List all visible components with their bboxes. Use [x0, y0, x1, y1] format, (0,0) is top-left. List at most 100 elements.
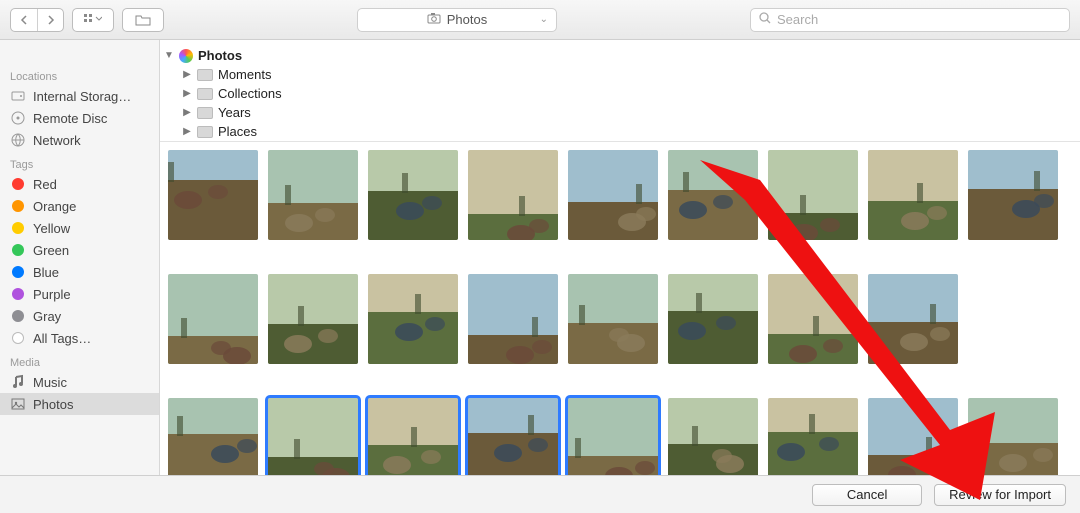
photo-thumbnail[interactable] — [368, 398, 458, 475]
disclosure-right-icon: ▶ — [182, 69, 192, 80]
photos-library-icon — [179, 49, 193, 63]
sidebar-item-label: Purple — [33, 287, 71, 302]
sidebar-item[interactable]: Gray — [0, 305, 159, 327]
search-icon — [759, 12, 771, 27]
tree-item[interactable]: ▶ Places — [182, 122, 1076, 141]
photo-thumbnail[interactable] — [268, 150, 358, 240]
view-mode-button[interactable] — [73, 9, 113, 31]
tree-root[interactable]: ▼ Photos — [164, 46, 1076, 65]
sidebar-item-label: Orange — [33, 199, 76, 214]
tree-item[interactable]: ▶Moments — [182, 65, 1076, 84]
sidebar-item-label: Network — [33, 133, 81, 148]
sidebar-item-label: Remote Disc — [33, 111, 107, 126]
sidebar-item[interactable]: All Tags… — [0, 327, 159, 349]
location-dropdown[interactable]: Photos ⌄ — [357, 8, 557, 32]
sidebar-item[interactable]: Photos — [0, 393, 159, 415]
photo-thumbnail[interactable] — [768, 274, 858, 364]
tag-dot-icon — [10, 286, 26, 302]
sidebar-item[interactable]: Yellow — [0, 217, 159, 239]
folder-button[interactable] — [123, 9, 163, 31]
sidebar-item[interactable]: Internal Storag… — [0, 85, 159, 107]
review-for-import-button[interactable]: Review for Import — [934, 484, 1066, 506]
folder-icon — [197, 107, 213, 119]
tag-dot-icon — [10, 198, 26, 214]
photo-thumbnail[interactable] — [568, 274, 658, 364]
sidebar-item[interactable]: Orange — [0, 195, 159, 217]
location-title: Photos — [447, 12, 487, 27]
sidebar-item[interactable]: Remote Disc — [0, 107, 159, 129]
tree-item-label: Places — [218, 124, 257, 139]
sidebar-item[interactable]: Network — [0, 129, 159, 151]
photo-thumbnail[interactable] — [168, 398, 258, 475]
sidebar-item[interactable]: Green — [0, 239, 159, 261]
sidebar-item-label: Yellow — [33, 221, 70, 236]
sidebar-item-label: All Tags… — [33, 331, 91, 346]
music-icon — [10, 374, 26, 390]
disclosure-right-icon: ▶ — [182, 107, 192, 118]
search-field[interactable]: Search — [750, 8, 1070, 32]
photo-thumbnail[interactable] — [868, 398, 958, 475]
disc-icon — [10, 110, 26, 126]
sidebar-item[interactable]: Blue — [0, 261, 159, 283]
photo-thumbnail[interactable] — [168, 150, 258, 240]
sidebar-heading: Locations — [0, 63, 159, 85]
hdd-icon — [10, 88, 26, 104]
photo-thumbnail[interactable] — [668, 150, 758, 240]
photo-thumbnail[interactable] — [468, 398, 558, 475]
photo-thumbnail[interactable] — [468, 274, 558, 364]
sidebar-item[interactable]: Music — [0, 371, 159, 393]
forward-button[interactable] — [37, 9, 63, 31]
disclosure-down-icon: ▼ — [164, 50, 174, 61]
photo-thumbnail[interactable] — [168, 274, 258, 364]
folder-icon — [197, 126, 213, 138]
photo-thumbnail[interactable] — [968, 150, 1058, 240]
sidebar-overflow-top — [0, 40, 159, 63]
sidebar-heading: Tags — [0, 151, 159, 173]
photos-icon — [10, 396, 26, 412]
folder-icon — [197, 69, 213, 81]
folder-segment — [122, 8, 164, 32]
sidebar: Locations Internal Storag… Remote Disc Netw… — [0, 40, 160, 475]
chevron-updown-icon: ⌄ — [540, 14, 548, 25]
tag-dot-icon — [10, 308, 26, 324]
disclosure-right-icon: ▶ — [182, 126, 192, 137]
photo-thumbnail[interactable] — [768, 150, 858, 240]
tag-dot-icon — [10, 220, 26, 236]
photo-thumbnail[interactable] — [468, 150, 558, 240]
cancel-button[interactable]: Cancel — [812, 484, 922, 506]
photo-thumbnail[interactable] — [268, 398, 358, 475]
sidebar-item-label: Internal Storag… — [33, 89, 131, 104]
folder-icon — [197, 88, 213, 100]
thumbnail-scroll[interactable] — [160, 142, 1080, 475]
photo-thumbnail[interactable] — [968, 398, 1058, 475]
search-placeholder: Search — [777, 12, 818, 27]
main-split: Locations Internal Storag… Remote Disc Netw… — [0, 40, 1080, 475]
view-mode-segment — [72, 8, 114, 32]
tree-item-label: Collections — [218, 86, 282, 101]
sidebar-item-label: Red — [33, 177, 57, 192]
toolbar: Photos ⌄ Search — [0, 0, 1080, 40]
sidebar-heading: Media — [0, 349, 159, 371]
dialog-footer: Cancel Review for Import — [0, 475, 1080, 513]
sidebar-item[interactable]: Purple — [0, 283, 159, 305]
globe-icon — [10, 132, 26, 148]
photo-thumbnail[interactable] — [368, 274, 458, 364]
photo-thumbnail[interactable] — [668, 274, 758, 364]
sidebar-item[interactable]: Red — [0, 173, 159, 195]
back-button[interactable] — [11, 9, 37, 31]
photo-thumbnail[interactable] — [668, 398, 758, 475]
disclosure-right-icon: ▶ — [182, 88, 192, 99]
photo-thumbnail[interactable] — [868, 150, 958, 240]
photo-thumbnail[interactable] — [368, 150, 458, 240]
photo-thumbnail[interactable] — [568, 398, 658, 475]
photo-thumbnail[interactable] — [568, 150, 658, 240]
source-tree: ▼ Photos ▶Moments▶Collections▶Years▶Plac… — [160, 40, 1080, 142]
tree-item[interactable]: ▶Years — [182, 103, 1076, 122]
photo-thumbnail[interactable] — [768, 398, 858, 475]
photo-thumbnail[interactable] — [868, 274, 958, 364]
sidebar-item-label: Music — [33, 375, 67, 390]
tree-item[interactable]: ▶ Collections — [182, 84, 1076, 103]
photo-thumbnail[interactable] — [268, 274, 358, 364]
sidebar-item-label: Blue — [33, 265, 59, 280]
nav-back-forward — [10, 8, 64, 32]
